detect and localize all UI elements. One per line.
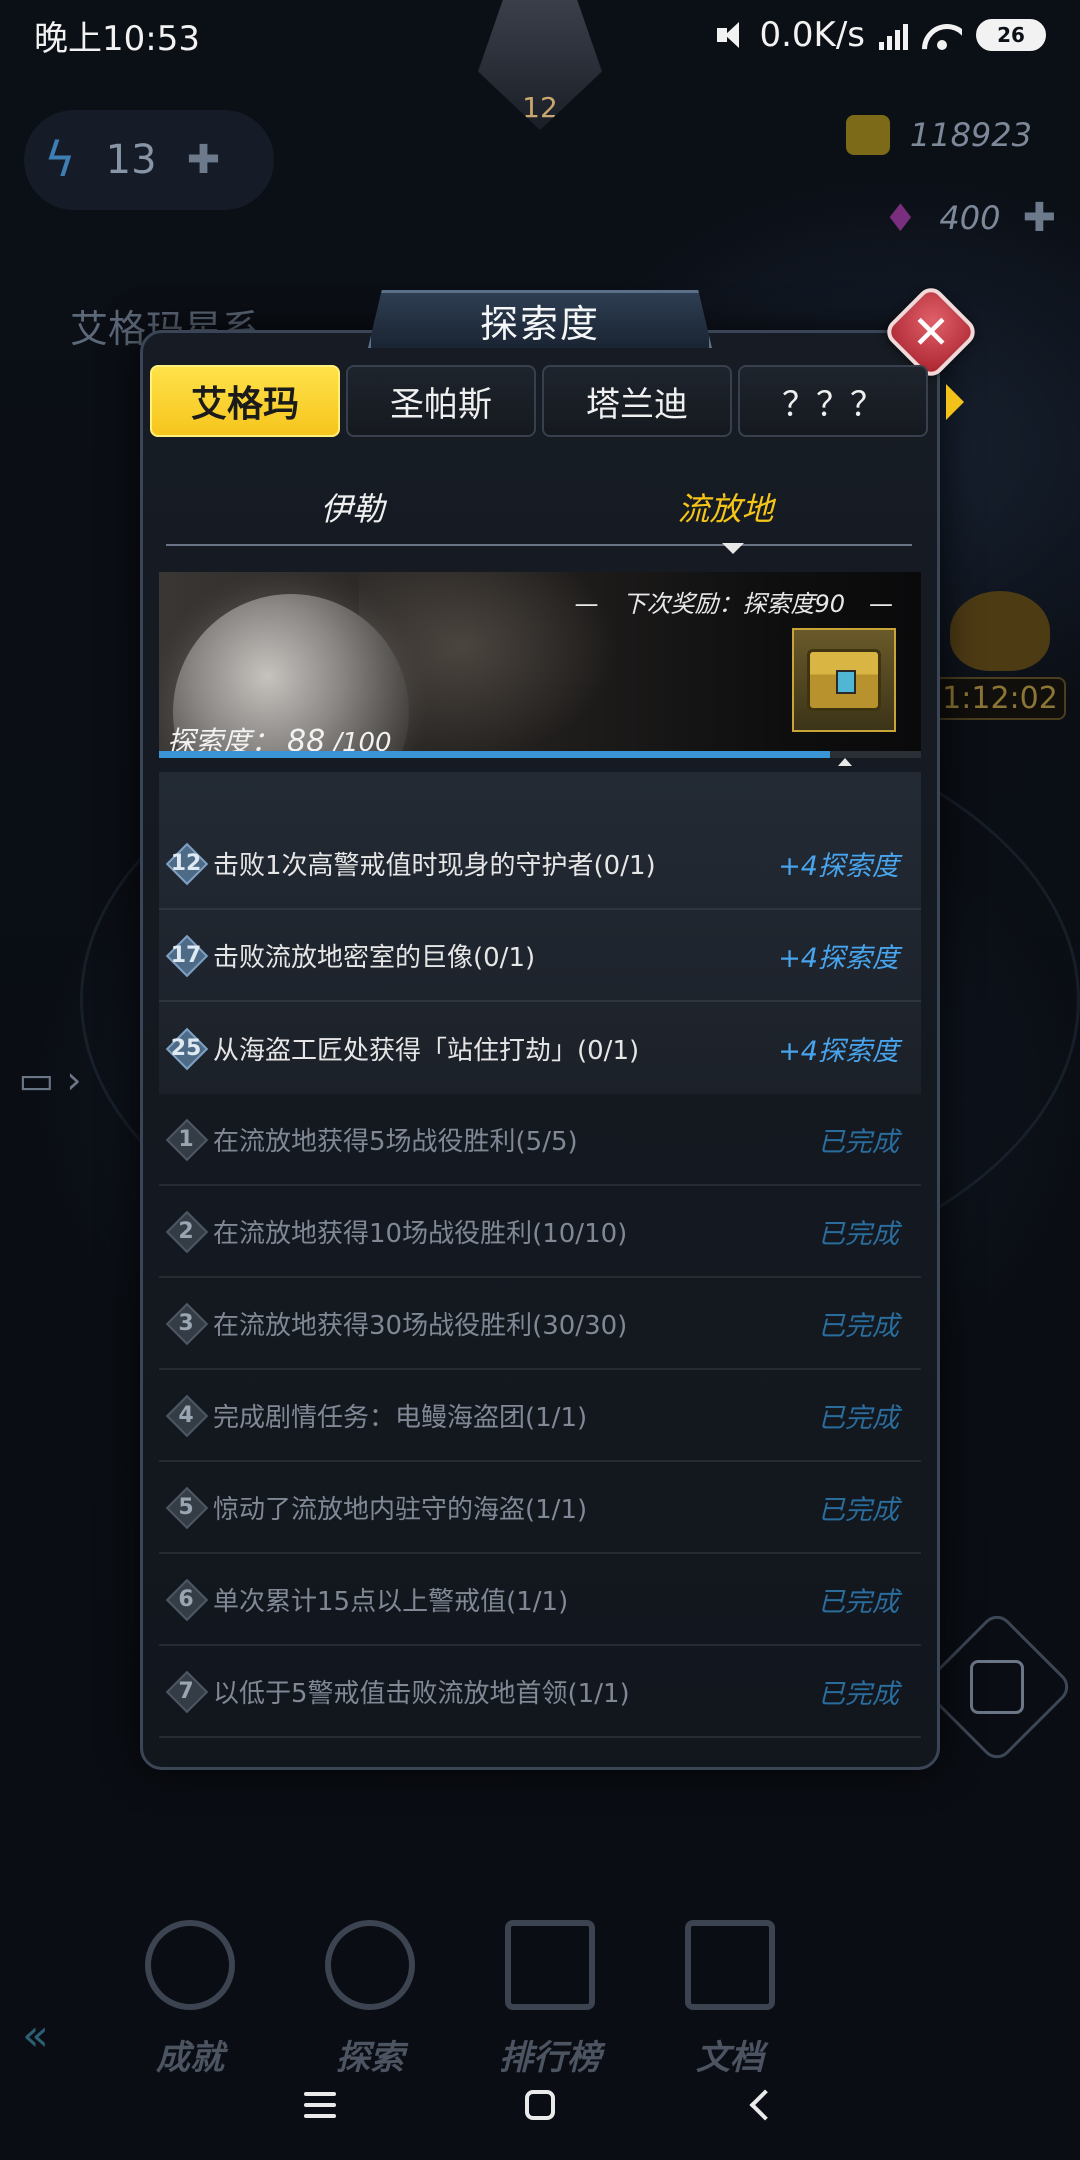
lightning-icon: ϟ (44, 132, 76, 188)
task-name: 从海盗工匠处获得「站住打劫」(0/1) (213, 1035, 640, 1066)
home-icon (525, 2090, 555, 2120)
back-icon (749, 2089, 781, 2121)
tab-shengpasi[interactable]: 圣帕斯 (346, 365, 536, 437)
task-status: 已完成 (818, 1494, 899, 1526)
exploration-progress-bar (159, 751, 921, 758)
wifi-icon (922, 20, 962, 50)
task-row: 7 以低于5警戒值击败流放地首领(1/1) 已完成 (159, 1646, 921, 1738)
task-number-badge: 4 (169, 1398, 203, 1432)
add-gem-icon: ✚ (1022, 195, 1056, 241)
task-name: 在流放地获得5场战役胜利(5/5) (213, 1126, 578, 1157)
home-button[interactable] (430, 2065, 650, 2145)
task-name: 单次累计15点以上警戒值(1/1) (213, 1586, 569, 1617)
task-number-badge: 3 (169, 1306, 203, 1340)
task-row: 4 完成剧情任务：电鳗海盗团(1/1) 已完成 (159, 1370, 921, 1462)
pending-tasks: 12 击败1次高警戒值时现身的守护者(0/1) +4探索度 17 击败流放地密室… (159, 772, 921, 1094)
task-name: 惊动了流放地内驻守的海盗(1/1) (213, 1494, 588, 1525)
toad-icon (950, 591, 1050, 671)
gem-icon: ♦ (883, 196, 918, 240)
subtab-yile[interactable]: 伊勒 (166, 470, 539, 544)
exploration-progress-fill (159, 751, 830, 758)
task-number-badge: 1 (169, 1122, 203, 1156)
subtab-exile[interactable]: 流放地 (539, 470, 912, 544)
task-number-badge: 5 (169, 1490, 203, 1524)
podium-icon (505, 1920, 595, 2010)
task-row: 1 在流放地获得5场战役胜利(5/5) 已完成 (159, 1094, 921, 1186)
trophy-icon (145, 1920, 235, 2010)
task-name: 完成剧情任务：电鳗海盗团(1/1) (213, 1402, 588, 1433)
energy-value: 13 (105, 137, 157, 183)
add-energy-icon: ✚ (186, 137, 221, 183)
menu-button[interactable] (210, 2065, 430, 2145)
task-number-badge: 6 (169, 1582, 203, 1616)
task-status: 已完成 (818, 1126, 899, 1158)
reward-chest-button[interactable] (792, 628, 896, 732)
menu-icon (304, 2092, 336, 2118)
chest-icon (807, 649, 881, 711)
modal-title: 探索度 (368, 290, 712, 348)
task-reward: +4探索度 (778, 942, 899, 974)
event-timer: 1:12:02 (930, 580, 1070, 720)
next-tab-arrow-icon[interactable] (946, 384, 964, 420)
document-icon (685, 1920, 775, 2010)
task-name: 在流放地获得10场战役胜利(10/10) (213, 1218, 628, 1249)
task-row: 12 击败1次高警戒值时现身的守护者(0/1) +4探索度 (159, 818, 921, 910)
reward-threshold-marker (838, 758, 852, 766)
chat-icon: ▭ › (18, 1058, 82, 1102)
task-number-badge: 2 (169, 1214, 203, 1248)
task-status: 已完成 (818, 1218, 899, 1250)
task-name: 击败1次高警戒值时现身的守护者(0/1) (213, 850, 656, 881)
back-button[interactable] (650, 2065, 870, 2145)
task-row: 25 从海盗工匠处获得「站住打劫」(0/1) +4探索度 (159, 1002, 921, 1094)
task-list: 12 击败1次高警戒值时现身的守护者(0/1) +4探索度 17 击败流放地密室… (159, 772, 921, 1752)
system-nav-bar (0, 2050, 1080, 2160)
task-status: 已完成 (818, 1678, 899, 1710)
timer-text: 1:12:02 (934, 677, 1066, 720)
task-name: 击败流放地密室的巨像(0/1) (213, 942, 536, 973)
gem-counter: ♦ 400 ✚ (883, 195, 1056, 241)
region-tabs: 艾格玛 圣帕斯 塔兰迪 ？？？ (150, 365, 930, 437)
gold-coin-icon (845, 115, 890, 155)
task-row: 17 击败流放地密室的巨像(0/1) +4探索度 (159, 910, 921, 1002)
gold-value: 118923 (909, 116, 1032, 154)
status-time: 晚上10:53 (34, 18, 200, 59)
compass-icon (325, 1920, 415, 2010)
mute-icon (715, 20, 745, 50)
energy-panel: ϟ 13 ✚ (24, 110, 274, 210)
close-icon[interactable]: ✕ (896, 297, 966, 367)
task-number-badge: 17 (169, 938, 203, 972)
task-row: 5 惊动了流放地内驻守的海盗(1/1) 已完成 (159, 1462, 921, 1554)
task-status: 已完成 (818, 1586, 899, 1618)
task-row: 6 单次累计15点以上警戒值(1/1) 已完成 (159, 1554, 921, 1646)
task-number-badge: 25 (169, 1031, 203, 1065)
task-status: 已完成 (818, 1310, 899, 1342)
status-indicators: 0.0K/s 26 (715, 15, 1046, 55)
gem-value: 400 (939, 199, 1001, 237)
battery-icon: 26 (976, 19, 1046, 51)
tab-unknown[interactable]: ？？？ (738, 365, 928, 437)
task-number-badge: 7 (169, 1674, 203, 1708)
next-reward-text: — 下次奖励：探索度90 — (574, 590, 893, 618)
checklist-icon (970, 1660, 1024, 1714)
tab-egma[interactable]: 艾格玛 (150, 365, 340, 437)
area-subtabs: 伊勒 流放地 (166, 470, 912, 546)
task-number-badge: 12 (169, 846, 203, 880)
gold-counter: 118923 (845, 115, 1032, 155)
task-reward: +4探索度 (778, 1035, 899, 1067)
completed-tasks: 1 在流放地获得5场战役胜利(5/5) 已完成 2 在流放地获得10场战役胜利(… (159, 1094, 921, 1738)
task-name: 以低于5警戒值击败流放地首领(1/1) (213, 1678, 630, 1709)
exploration-banner: — 下次奖励：探索度90 — 探索度： 88/100 (159, 572, 921, 758)
signal-icon (879, 20, 908, 50)
task-name: 在流放地获得30场战役胜利(30/30) (213, 1310, 628, 1341)
task-status: 已完成 (818, 1402, 899, 1434)
task-row: 2 在流放地获得10场战役胜利(10/10) 已完成 (159, 1186, 921, 1278)
network-speed: 0.0K/s (759, 15, 865, 55)
tab-talandi[interactable]: 塔兰迪 (542, 365, 732, 437)
subtab-pointer-icon (722, 543, 744, 554)
task-row: 3 在流放地获得30场战役胜利(30/30) 已完成 (159, 1278, 921, 1370)
task-reward: +4探索度 (778, 850, 899, 882)
